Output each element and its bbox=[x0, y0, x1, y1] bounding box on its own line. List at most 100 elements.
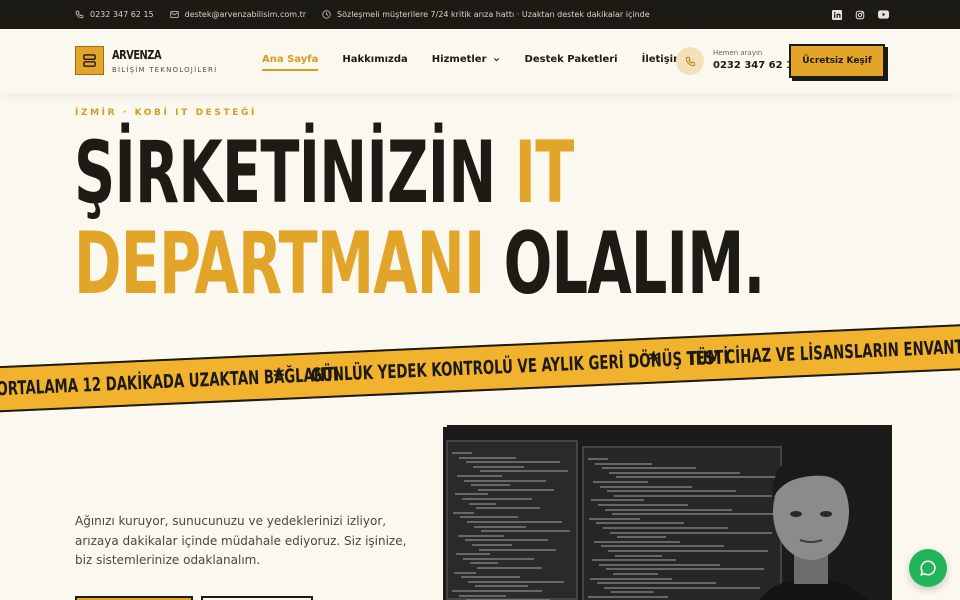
code-line bbox=[481, 530, 570, 533]
code-line bbox=[593, 481, 648, 483]
phone-icon bbox=[75, 10, 84, 19]
call-label: Hemen arayın bbox=[713, 49, 763, 57]
hero-lead-text: Ağınızı kuruyor, sunucunuzu ve yedekleri… bbox=[75, 514, 407, 567]
code-line bbox=[595, 462, 652, 465]
ribbon-item: ORTALAMA 12 DAKİKADA UZAKTAN BAĞLANTI bbox=[0, 363, 340, 401]
code-line bbox=[469, 502, 496, 505]
code-line bbox=[592, 559, 676, 562]
free-discovery-button[interactable]: Ücretsiz Keşif bbox=[789, 44, 885, 78]
nav-services[interactable]: Hizmetler bbox=[432, 54, 501, 65]
code-line bbox=[590, 577, 672, 580]
code-line bbox=[602, 467, 696, 470]
topbar-phone-text: 0232 347 62 15 bbox=[90, 10, 154, 19]
feature-ribbon: ORTALAMA 12 DAKİKADA UZAKTAN BAĞLANTI * … bbox=[0, 322, 960, 414]
code-line bbox=[456, 553, 490, 556]
code-line bbox=[600, 485, 692, 488]
code-line bbox=[594, 540, 680, 543]
chevron-down-icon bbox=[493, 58, 499, 62]
code-line bbox=[472, 544, 512, 546]
topbar-notice: Sözleşmeli müşterilere 7/24 kritik arıza… bbox=[322, 10, 650, 19]
hero-eyebrow: İZMİR · KOBİ IT DESTEĞİ bbox=[75, 108, 257, 118]
call-number[interactable]: 0232 347 62 15 bbox=[713, 60, 800, 71]
code-line bbox=[479, 548, 556, 551]
code-line bbox=[452, 590, 542, 592]
nav-support-packages[interactable]: Destek Paketleri bbox=[525, 54, 618, 65]
secondary-cta-button[interactable] bbox=[201, 596, 313, 600]
nav-services-label: Hizmetler bbox=[431, 54, 487, 65]
hero-title-line2: OLALIM. bbox=[484, 214, 766, 314]
code-line bbox=[475, 585, 528, 588]
hero-title-highlight-it: IT bbox=[514, 123, 575, 223]
code-line bbox=[598, 504, 688, 506]
code-line bbox=[474, 525, 526, 528]
logo-name[interactable]: ARVENZA bbox=[112, 48, 162, 62]
social-links bbox=[832, 9, 889, 20]
nav-home-label: Ana Sayfa bbox=[262, 54, 319, 65]
hero-title-highlight-department: DEPARTMANI bbox=[74, 214, 485, 314]
topbar-phone[interactable]: 0232 347 62 15 bbox=[75, 10, 154, 19]
main-nav: Ana Sayfa Hakkımızda Hizmetler Destek Pa… bbox=[262, 54, 708, 71]
nav-support-packages-label: Destek Paketleri bbox=[524, 54, 618, 65]
code-line bbox=[454, 571, 476, 574]
code-line bbox=[460, 516, 518, 519]
code-line bbox=[605, 508, 732, 511]
code-line bbox=[463, 557, 534, 560]
code-line bbox=[597, 582, 716, 585]
code-line bbox=[464, 479, 546, 482]
code-line bbox=[477, 567, 542, 569]
clock-icon bbox=[322, 10, 331, 19]
chat-button[interactable] bbox=[909, 549, 947, 587]
nav-about[interactable]: Hakkımızda bbox=[342, 54, 407, 65]
ribbon-item: GÜNLÜK YEDEK KONTROLÜ VE AYLIK GERİ DÖNÜ… bbox=[310, 346, 729, 387]
youtube-icon[interactable] bbox=[878, 10, 889, 19]
code-line bbox=[589, 517, 640, 520]
person-photo bbox=[759, 450, 869, 600]
code-line bbox=[471, 484, 510, 487]
code-line bbox=[613, 573, 658, 575]
site-header: ARVENZA BİLİŞİM TEKNOLOJİLERİ Ana Sayfa … bbox=[0, 29, 960, 93]
code-line bbox=[457, 475, 502, 477]
primary-cta-button[interactable] bbox=[75, 596, 193, 600]
chat-bubble-icon bbox=[920, 560, 936, 576]
code-line bbox=[607, 490, 736, 493]
code-line bbox=[473, 465, 524, 468]
code-line bbox=[478, 488, 554, 491]
code-line bbox=[617, 536, 666, 539]
linkedin-icon[interactable] bbox=[832, 9, 842, 20]
code-line bbox=[588, 458, 608, 460]
code-line bbox=[591, 499, 644, 502]
code-line bbox=[461, 576, 520, 579]
code-line bbox=[467, 521, 562, 523]
code-line bbox=[470, 562, 498, 565]
code-line bbox=[462, 498, 532, 500]
instagram-icon[interactable] bbox=[855, 10, 865, 20]
code-line bbox=[466, 461, 560, 464]
code-line bbox=[480, 470, 568, 473]
logo-subtitle: BİLİŞİM TEKNOLOJİLERİ bbox=[112, 66, 218, 74]
code-line bbox=[452, 452, 472, 454]
code-line bbox=[453, 511, 474, 514]
hero-title-line1: ŞİRKETİNİZİN bbox=[74, 123, 515, 223]
code-line bbox=[596, 522, 684, 525]
call-phone-icon[interactable] bbox=[676, 47, 704, 75]
code-line bbox=[465, 539, 548, 542]
ribbon-item: TÜM CİHAZ VE LİSANSLARIN ENVANTERİ bbox=[687, 335, 960, 371]
code-line bbox=[599, 563, 720, 566]
nav-home[interactable]: Ana Sayfa bbox=[262, 54, 319, 71]
code-line bbox=[468, 580, 564, 583]
logo-icon[interactable] bbox=[75, 46, 104, 75]
nav-about-label: Hakkımızda bbox=[342, 54, 408, 65]
mail-icon bbox=[170, 11, 179, 18]
code-line bbox=[455, 493, 488, 496]
hero-title: ŞİRKETİNİZİN IT DEPARTMANI OLALIM. bbox=[74, 128, 765, 310]
topbar-notice-text: Sözleşmeli müşterilere 7/24 kritik arıza… bbox=[337, 10, 650, 19]
code-line bbox=[603, 527, 728, 529]
code-line bbox=[588, 596, 668, 598]
code-line bbox=[458, 534, 504, 537]
code-line bbox=[615, 554, 662, 557]
code-line bbox=[459, 594, 506, 597]
hero-photo bbox=[443, 427, 888, 600]
code-line bbox=[609, 471, 740, 474]
code-line bbox=[476, 507, 540, 510]
topbar-email[interactable]: destek@arvenzabilisim.com.tr bbox=[170, 10, 306, 19]
